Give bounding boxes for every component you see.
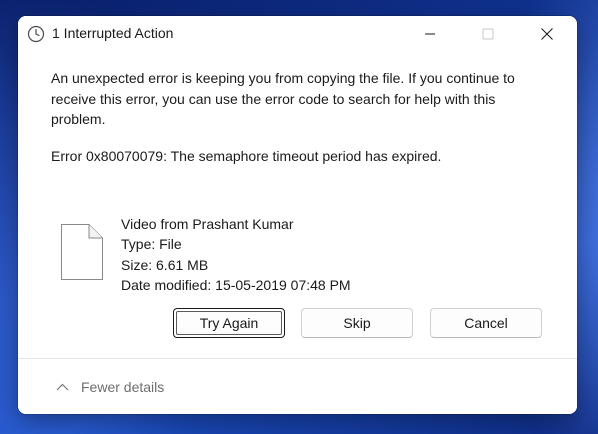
interrupted-action-dialog: 1 Interrupted Action An unexpected error… [18,16,577,414]
try-again-button[interactable]: Try Again [173,308,285,338]
maximize-button [459,16,517,52]
minimize-icon [425,33,435,35]
desktop-background: 1 Interrupted Action An unexpected error… [0,0,598,434]
file-details: Video from Prashant Kumar Type: File Siz… [121,214,351,295]
file-size: Size: 6.61 MB [121,256,209,273]
chevron-up-icon [56,383,69,391]
file-type: Type: File [121,236,182,253]
maximize-icon [482,28,494,40]
skip-button[interactable]: Skip [301,308,413,338]
fewer-details-toggle[interactable]: Fewer details [56,379,164,395]
close-button[interactable] [518,16,576,52]
title-bar[interactable]: 1 Interrupted Action [18,16,577,52]
error-code: Error 0x80070079: The semaphore timeout … [51,148,442,164]
close-icon [541,28,553,40]
file-date-modified: Date modified: 15-05-2019 07:48 PM [121,276,351,293]
dialog-footer: Fewer details [18,359,577,414]
error-message: An unexpected error is keeping you from … [51,70,515,127]
clock-icon [27,25,45,43]
window-title: 1 Interrupted Action [52,25,174,41]
file-name: Video from Prashant Kumar [121,216,294,232]
fewer-details-label: Fewer details [81,379,165,395]
minimize-button[interactable] [401,16,459,52]
cancel-button[interactable]: Cancel [430,308,542,338]
file-icon [61,224,103,280]
